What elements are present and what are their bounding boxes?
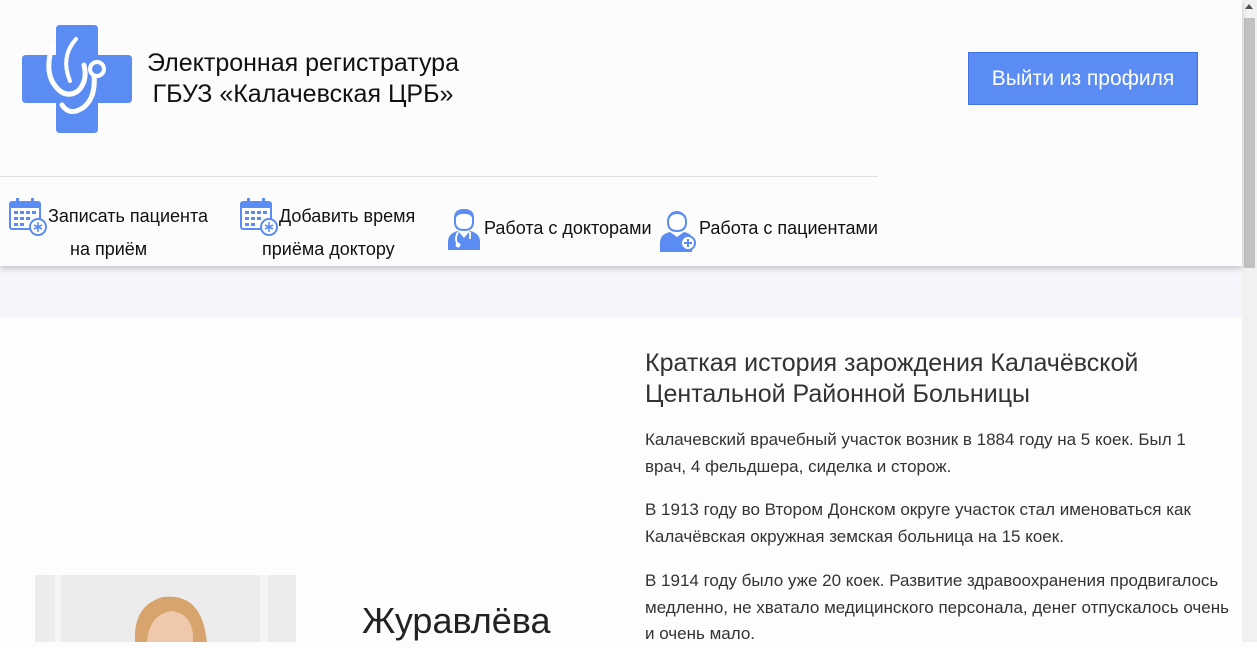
nav-label-line2: на приём — [70, 239, 148, 259]
doctor-icon — [448, 208, 480, 250]
patient-icon — [660, 211, 696, 252]
history-paragraph: Калачевский врачебный участок возник в 1… — [645, 430, 1186, 476]
nav-item-patients[interactable]: Работа с пациентами — [658, 210, 880, 254]
site-brand: Электронная регистратура ГБУЗ «Калачевск… — [136, 48, 470, 110]
nav-item-doctors[interactable]: Работа с докторами — [444, 208, 654, 252]
brand-title: Электронная регистратура — [147, 49, 459, 77]
page-scrollbar[interactable] — [1242, 0, 1257, 642]
nav-label-line2: приёма доктору — [262, 239, 395, 259]
nav-label: Работа с докторами — [484, 218, 652, 238]
medical-cross-stethoscope-icon[interactable] — [22, 25, 132, 133]
site-header: Электронная регистратура ГБУЗ «Калачевск… — [0, 0, 1242, 266]
nav-label-line1: Записать пациента — [48, 206, 209, 226]
header-divider — [0, 176, 878, 177]
doctor-name: Журавлёва — [362, 600, 551, 641]
nav-item-add-doctor-time[interactable]: Добавить время приёма доктору — [230, 196, 430, 262]
doctor-photo — [35, 575, 296, 642]
calendar-icon — [9, 198, 47, 236]
nav-item-book-appointment[interactable]: Записать пациента на приём — [0, 196, 220, 262]
scroll-up-icon[interactable] — [1245, 4, 1253, 9]
scrollbar-thumb[interactable] — [1244, 18, 1255, 268]
nav-label-line1: Добавить время — [279, 206, 416, 226]
history-heading: Краткая история зарождения Калачёвской Ц… — [645, 349, 1139, 408]
history-paragraph: В 1914 году было уже 20 коек. Развитие з… — [645, 571, 1229, 643]
brand-subtitle: ГБУЗ «Калачевская ЦРБ» — [152, 80, 454, 108]
header-band — [0, 266, 1242, 318]
doctor-photo-image — [35, 575, 296, 642]
nav-label: Работа с пациентами — [699, 218, 878, 238]
history-paragraph: В 1913 году во Втором Донском округе уча… — [645, 500, 1191, 546]
calendar-icon — [240, 198, 278, 236]
logout-button[interactable]: Выйти из профиля — [968, 52, 1198, 105]
